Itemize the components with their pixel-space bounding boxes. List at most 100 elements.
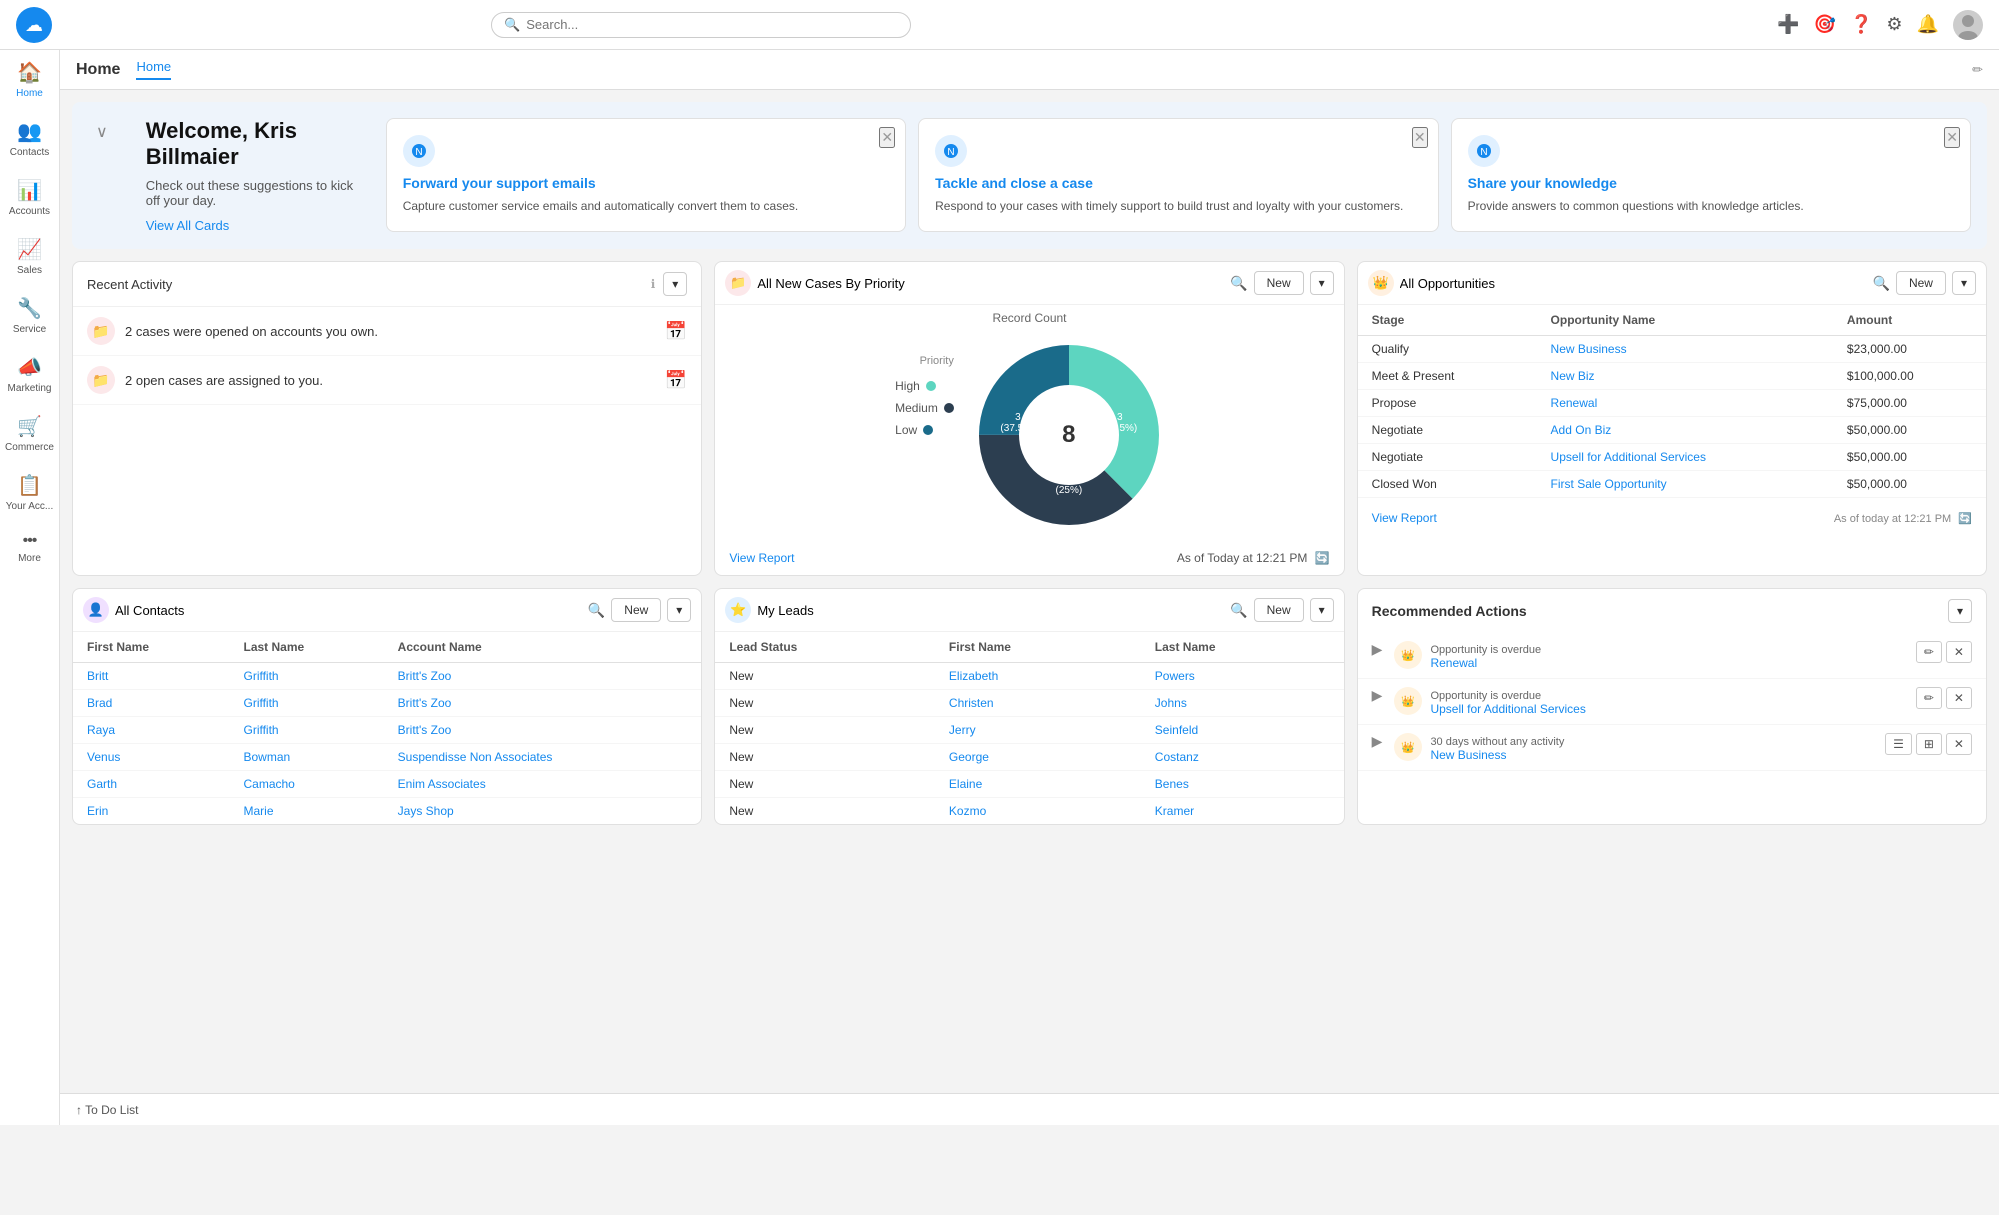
- sidebar-item-accounts[interactable]: 📊 Accounts: [0, 168, 59, 227]
- recent-activity-dropdown[interactable]: ▾: [663, 272, 687, 296]
- lead-first[interactable]: Elizabeth: [935, 663, 1141, 690]
- notification-icon[interactable]: 🔔: [1917, 14, 1939, 35]
- new-cases-new-button[interactable]: New: [1254, 271, 1304, 295]
- opportunities-filter-input[interactable]: [1400, 276, 1867, 291]
- leads-dropdown-button[interactable]: ▾: [1310, 598, 1334, 622]
- new-cases-search-icon[interactable]: 🔍: [1230, 275, 1247, 292]
- close-card-1-button[interactable]: ✕: [879, 127, 895, 148]
- lead-last[interactable]: Powers: [1141, 663, 1344, 690]
- leads-search-icon[interactable]: 🔍: [1230, 602, 1247, 619]
- contacts-filter-input[interactable]: [115, 603, 582, 618]
- contact-account[interactable]: Jays Shop: [384, 798, 702, 825]
- dismiss-rec-button[interactable]: ✕: [1946, 641, 1972, 663]
- contact-account[interactable]: Britt's Zoo: [384, 717, 702, 744]
- opp-name[interactable]: Upsell for Additional Services: [1537, 444, 1833, 471]
- rec-link[interactable]: Renewal: [1430, 656, 1907, 670]
- opportunities-dropdown-button[interactable]: ▾: [1952, 271, 1976, 295]
- rec-expand-icon[interactable]: ▶: [1372, 733, 1383, 750]
- contacts-new-button[interactable]: New: [611, 598, 661, 622]
- contact-first[interactable]: Erin: [73, 798, 229, 825]
- contact-account[interactable]: Britt's Zoo: [384, 663, 702, 690]
- contact-first[interactable]: Raya: [73, 717, 229, 744]
- opp-name[interactable]: New Business: [1537, 336, 1833, 363]
- dismiss-rec-button-2[interactable]: ✕: [1946, 687, 1972, 709]
- view-all-cards-link[interactable]: View All Cards: [146, 218, 230, 233]
- contact-last[interactable]: Griffith: [229, 690, 383, 717]
- sidebar-item-commerce[interactable]: 🛒 Commerce: [0, 404, 59, 463]
- opportunities-new-button[interactable]: New: [1896, 271, 1946, 295]
- sidebar-item-more[interactable]: ••• More: [0, 522, 59, 574]
- add-icon[interactable]: ➕: [1777, 14, 1799, 35]
- search-bar[interactable]: 🔍: [491, 12, 911, 38]
- rec-link[interactable]: Upsell for Additional Services: [1430, 702, 1907, 716]
- lead-last[interactable]: Costanz: [1141, 744, 1344, 771]
- search-input[interactable]: [526, 17, 898, 32]
- todo-bar[interactable]: ↑ To Do List: [60, 1093, 1999, 1125]
- opp-name[interactable]: New Biz: [1537, 363, 1833, 390]
- opp-name[interactable]: Renewal: [1537, 390, 1833, 417]
- avatar[interactable]: [1953, 10, 1983, 40]
- new-cases-filter-input[interactable]: [757, 276, 1224, 291]
- activity-chart-1[interactable]: 📅: [665, 321, 687, 342]
- contact-first[interactable]: Brad: [73, 690, 229, 717]
- lead-last[interactable]: Benes: [1141, 771, 1344, 798]
- activity-chart-2[interactable]: 📅: [665, 370, 687, 391]
- close-card-3-button[interactable]: ✕: [1944, 127, 1960, 148]
- leads-filter-input[interactable]: [757, 603, 1224, 618]
- lead-first[interactable]: Kozmo: [935, 798, 1141, 825]
- trail-icon[interactable]: 🎯: [1814, 14, 1836, 35]
- contact-first[interactable]: Venus: [73, 744, 229, 771]
- sidebar-item-home[interactable]: 🏠 Home: [0, 50, 59, 109]
- settings-icon[interactable]: ⚙: [1886, 14, 1902, 35]
- contact-account[interactable]: Britt's Zoo: [384, 690, 702, 717]
- refresh-icon-opps[interactable]: 🔄: [1958, 513, 1972, 525]
- opp-name[interactable]: Premium Services: [1537, 498, 1833, 506]
- info-icon[interactable]: ℹ: [651, 277, 656, 291]
- list-rec-button[interactable]: ☰: [1885, 733, 1912, 755]
- leads-new-button[interactable]: New: [1254, 598, 1304, 622]
- contact-account[interactable]: Enim Associates: [384, 771, 702, 798]
- sidebar-item-marketing[interactable]: 📣 Marketing: [0, 345, 59, 404]
- opportunities-search-icon[interactable]: 🔍: [1873, 275, 1890, 292]
- opp-name[interactable]: First Sale Opportunity: [1537, 471, 1833, 498]
- close-card-2-button[interactable]: ✕: [1412, 127, 1428, 148]
- edit-rec-button-2[interactable]: ✏: [1916, 687, 1942, 709]
- lead-first[interactable]: George: [935, 744, 1141, 771]
- contact-last[interactable]: Camacho: [229, 771, 383, 798]
- lead-first[interactable]: Elaine: [935, 771, 1141, 798]
- rec-expand-icon[interactable]: ▶: [1372, 687, 1383, 704]
- contact-last[interactable]: Griffith: [229, 717, 383, 744]
- view-report-link-cases[interactable]: View Report: [729, 551, 794, 565]
- view-report-link-opps[interactable]: View Report: [1372, 511, 1437, 525]
- sidebar-item-sales[interactable]: 📈 Sales: [0, 227, 59, 286]
- sidebar-item-service[interactable]: 🔧 Service: [0, 286, 59, 345]
- contacts-dropdown-button[interactable]: ▾: [667, 598, 691, 622]
- lead-first[interactable]: Jerry: [935, 717, 1141, 744]
- contact-first[interactable]: Garth: [73, 771, 229, 798]
- refresh-icon-cases[interactable]: 🔄: [1315, 551, 1330, 565]
- home-tab[interactable]: Home: [136, 59, 171, 80]
- edit-icon[interactable]: ✏: [1972, 62, 1983, 78]
- grid-rec-button[interactable]: ⊞: [1916, 733, 1942, 755]
- collapse-button[interactable]: ∨: [88, 118, 116, 146]
- lead-last[interactable]: Johns: [1141, 690, 1344, 717]
- contact-account[interactable]: Suspendisse Non Associates: [384, 744, 702, 771]
- sidebar-item-contacts[interactable]: 👥 Contacts: [0, 109, 59, 168]
- contact-first[interactable]: Britt: [73, 663, 229, 690]
- contacts-search-icon[interactable]: 🔍: [588, 602, 605, 619]
- new-cases-dropdown-button[interactable]: ▾: [1310, 271, 1334, 295]
- contact-last[interactable]: Bowman: [229, 744, 383, 771]
- contact-last[interactable]: Marie: [229, 798, 383, 825]
- sidebar-item-your-account[interactable]: 📋 Your Acc...: [0, 463, 59, 522]
- lead-first[interactable]: Christen: [935, 690, 1141, 717]
- dismiss-rec-button-3[interactable]: ✕: [1946, 733, 1972, 755]
- recommended-actions-dropdown[interactable]: ▾: [1948, 599, 1972, 623]
- help-icon[interactable]: ❓: [1850, 14, 1872, 35]
- edit-rec-button[interactable]: ✏: [1916, 641, 1942, 663]
- opp-name[interactable]: Add On Biz: [1537, 417, 1833, 444]
- rec-link[interactable]: New Business: [1430, 748, 1877, 762]
- rec-expand-icon[interactable]: ▶: [1372, 641, 1383, 658]
- lead-last[interactable]: Kramer: [1141, 798, 1344, 825]
- lead-last[interactable]: Seinfeld: [1141, 717, 1344, 744]
- contact-last[interactable]: Griffith: [229, 663, 383, 690]
